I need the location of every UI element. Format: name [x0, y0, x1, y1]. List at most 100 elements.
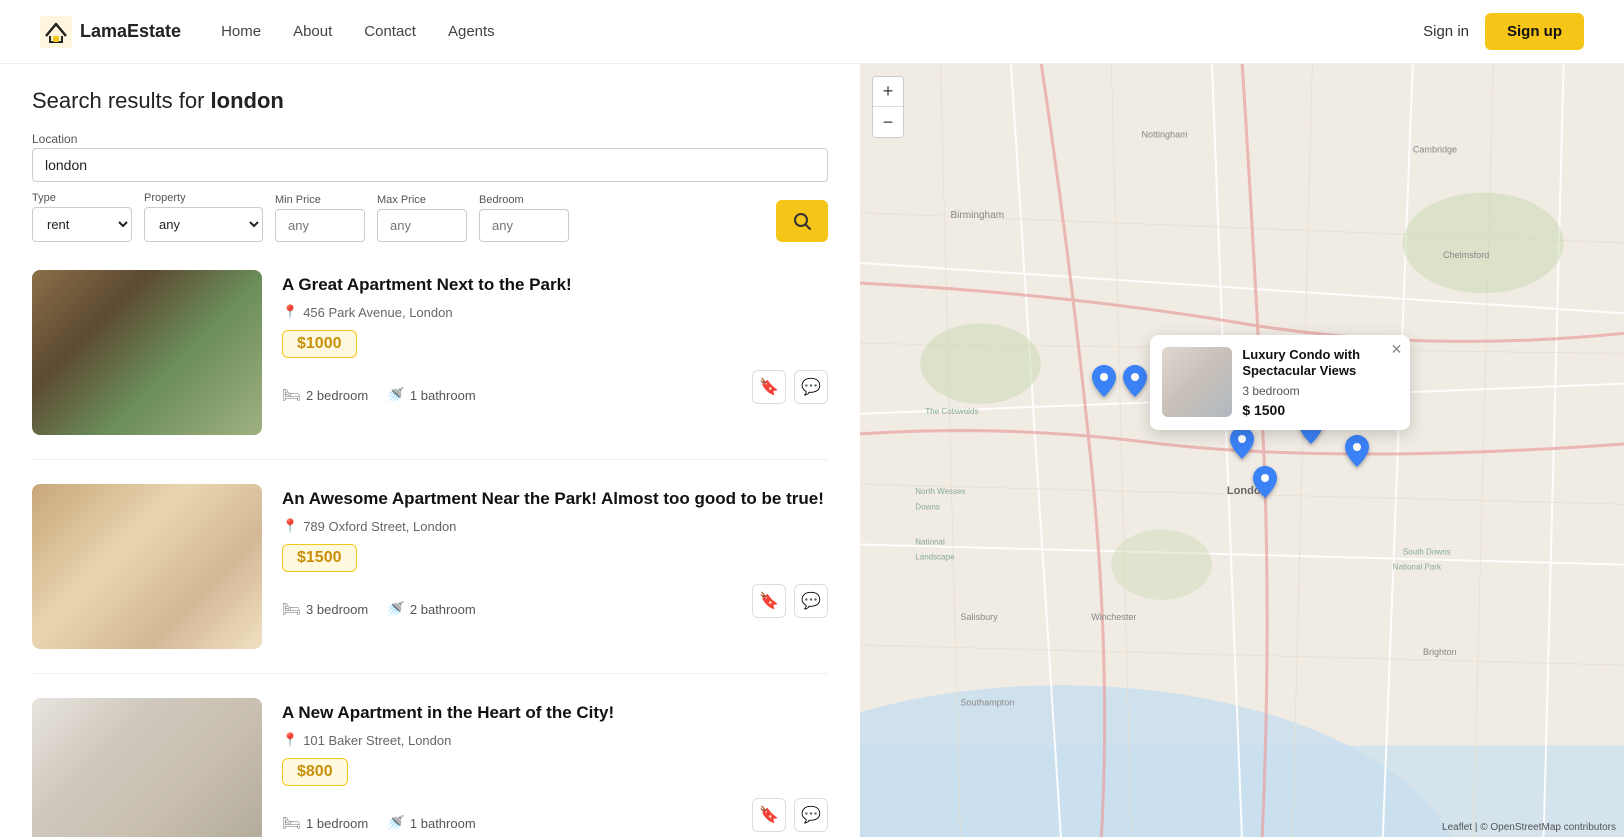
bedroom-filter-group: Bedroom	[479, 194, 569, 242]
nav-agents[interactable]: Agents	[448, 23, 495, 40]
location-input[interactable]	[32, 148, 828, 182]
map-pin[interactable]	[1092, 365, 1116, 404]
main-layout: Search results for london Location Type …	[0, 64, 1624, 837]
bedroom-input[interactable]	[479, 209, 569, 242]
sign-up-button[interactable]: Sign up	[1485, 13, 1584, 50]
listing-divider	[32, 459, 828, 460]
max-price-label: Max Price	[377, 194, 467, 206]
listing-address: 📍 456 Park Avenue, London	[282, 304, 828, 320]
bathrooms-meta: 🚿 1 bathroom	[386, 386, 475, 404]
bedrooms-text: 2 bedroom	[306, 388, 368, 403]
listing-info: An Awesome Apartment Near the Park! Almo…	[282, 484, 828, 649]
type-filter-group: Type rent buy	[32, 192, 132, 242]
popup-image	[1162, 347, 1232, 417]
svg-text:Chelmsford: Chelmsford	[1443, 250, 1489, 260]
bathrooms-text: 1 bathroom	[410, 388, 476, 403]
listing-info: A New Apartment in the Heart of the City…	[282, 698, 828, 837]
listing-meta: 🛏 2 bedroom 🚿 1 bathroom	[282, 386, 476, 404]
map-pin[interactable]	[1230, 427, 1254, 466]
svg-text:Cambridge: Cambridge	[1413, 144, 1457, 154]
min-price-label: Min Price	[275, 194, 365, 206]
listing-actions: 🔖 💬	[752, 370, 828, 404]
bedroom-label: Bedroom	[479, 194, 569, 206]
listing-address: 📍 789 Oxford Street, London	[282, 518, 828, 534]
sign-in-button[interactable]: Sign in	[1423, 23, 1469, 40]
svg-text:National: National	[915, 537, 945, 546]
popup-image-inner	[1162, 347, 1232, 417]
property-select[interactable]: any apartment house	[144, 207, 263, 242]
svg-text:Southampton: Southampton	[961, 697, 1015, 707]
listing-actions: 🔖 💬	[752, 798, 828, 832]
location-icon: 📍	[282, 732, 298, 748]
property-label: Property	[144, 192, 263, 204]
nav-home[interactable]: Home	[221, 23, 261, 40]
location-label: Location	[32, 132, 828, 146]
listing-meta: 🛏 3 bedroom 🚿 2 bathroom	[282, 600, 476, 618]
bookmark-button[interactable]: 🔖	[752, 798, 786, 832]
bookmark-button[interactable]: 🔖	[752, 584, 786, 618]
bedrooms-text: 3 bedroom	[306, 602, 368, 617]
bookmark-button[interactable]: 🔖	[752, 370, 786, 404]
location-group: Location	[32, 132, 828, 182]
listings-container: A Great Apartment Next to the Park! 📍 45…	[32, 270, 828, 837]
bed-icon: 🛏	[282, 600, 301, 618]
min-price-input[interactable]	[275, 209, 365, 242]
zoom-in-button[interactable]: +	[873, 77, 903, 107]
map-pin[interactable]	[1253, 466, 1277, 505]
type-select[interactable]: rent buy	[32, 207, 132, 242]
listing-image	[32, 484, 262, 649]
bath-icon: 🚿	[386, 600, 405, 618]
svg-text:Winchester: Winchester	[1091, 612, 1136, 622]
search-icon	[792, 211, 812, 231]
svg-text:National Park: National Park	[1393, 563, 1442, 572]
right-panel: Birmingham Nottingham Cambridge Chelmsfo…	[860, 64, 1624, 837]
svg-text:North Wessex: North Wessex	[915, 487, 965, 496]
listing-meta-row: 🛏 1 bedroom 🚿 1 bathroom 🔖 💬	[282, 798, 828, 832]
listing-meta: 🛏 1 bedroom 🚿 1 bathroom	[282, 814, 476, 832]
logo-link[interactable]: LamaEstate	[40, 16, 181, 48]
max-price-filter-group: Max Price	[377, 194, 467, 242]
listing-address-text: 789 Oxford Street, London	[303, 519, 456, 534]
message-button[interactable]: 💬	[794, 584, 828, 618]
left-panel: Search results for london Location Type …	[0, 64, 860, 837]
map-attribution: Leaflet | © OpenStreetMap contributors	[1442, 822, 1616, 833]
svg-text:The Cotswolds: The Cotswolds	[925, 407, 978, 416]
svg-text:Nottingham: Nottingham	[1141, 129, 1187, 139]
map-pin[interactable]	[1345, 435, 1369, 474]
header: LamaEstate Home About Contact Agents Sig…	[0, 0, 1624, 64]
listing-image-inner	[32, 484, 262, 649]
listing-meta-row: 🛏 3 bedroom 🚿 2 bathroom 🔖 💬	[282, 584, 828, 618]
search-button[interactable]	[776, 200, 828, 242]
zoom-out-button[interactable]: −	[873, 107, 903, 137]
message-button[interactable]: 💬	[794, 370, 828, 404]
main-nav: Home About Contact Agents	[221, 23, 1423, 40]
listing-title: A Great Apartment Next to the Park!	[282, 274, 828, 296]
bathrooms-text: 2 bathroom	[410, 602, 476, 617]
property-filter-group: Property any apartment house	[144, 192, 263, 242]
max-price-input[interactable]	[377, 209, 467, 242]
map-pin[interactable]	[1123, 365, 1147, 404]
location-icon: 📍	[282, 304, 298, 320]
map-container: Birmingham Nottingham Cambridge Chelmsfo…	[860, 64, 1624, 837]
svg-text:Landscape: Landscape	[915, 553, 955, 562]
map-popup: ✕ Luxury Condo with Spectacular Views 3 …	[1150, 335, 1410, 431]
bath-icon: 🚿	[386, 386, 405, 404]
listing-address-text: 101 Baker Street, London	[303, 733, 451, 748]
nav-about[interactable]: About	[293, 23, 332, 40]
listing-divider	[32, 673, 828, 674]
bathrooms-meta: 🚿 2 bathroom	[386, 600, 475, 618]
type-label: Type	[32, 192, 132, 204]
listing-address: 📍 101 Baker Street, London	[282, 732, 828, 748]
bedrooms-meta: 🛏 3 bedroom	[282, 600, 368, 618]
listing-title: A New Apartment in the Heart of the City…	[282, 702, 828, 724]
listing-image-inner	[32, 698, 262, 837]
popup-close-button[interactable]: ✕	[1391, 341, 1403, 358]
bedrooms-meta: 🛏 1 bedroom	[282, 814, 368, 832]
header-actions: Sign in Sign up	[1423, 13, 1584, 50]
svg-text:South Downs: South Downs	[1403, 548, 1451, 557]
message-button[interactable]: 💬	[794, 798, 828, 832]
listing-card: A New Apartment in the Heart of the City…	[32, 698, 828, 837]
nav-contact[interactable]: Contact	[364, 23, 416, 40]
listing-image	[32, 698, 262, 837]
listing-price: $1500	[282, 544, 357, 572]
